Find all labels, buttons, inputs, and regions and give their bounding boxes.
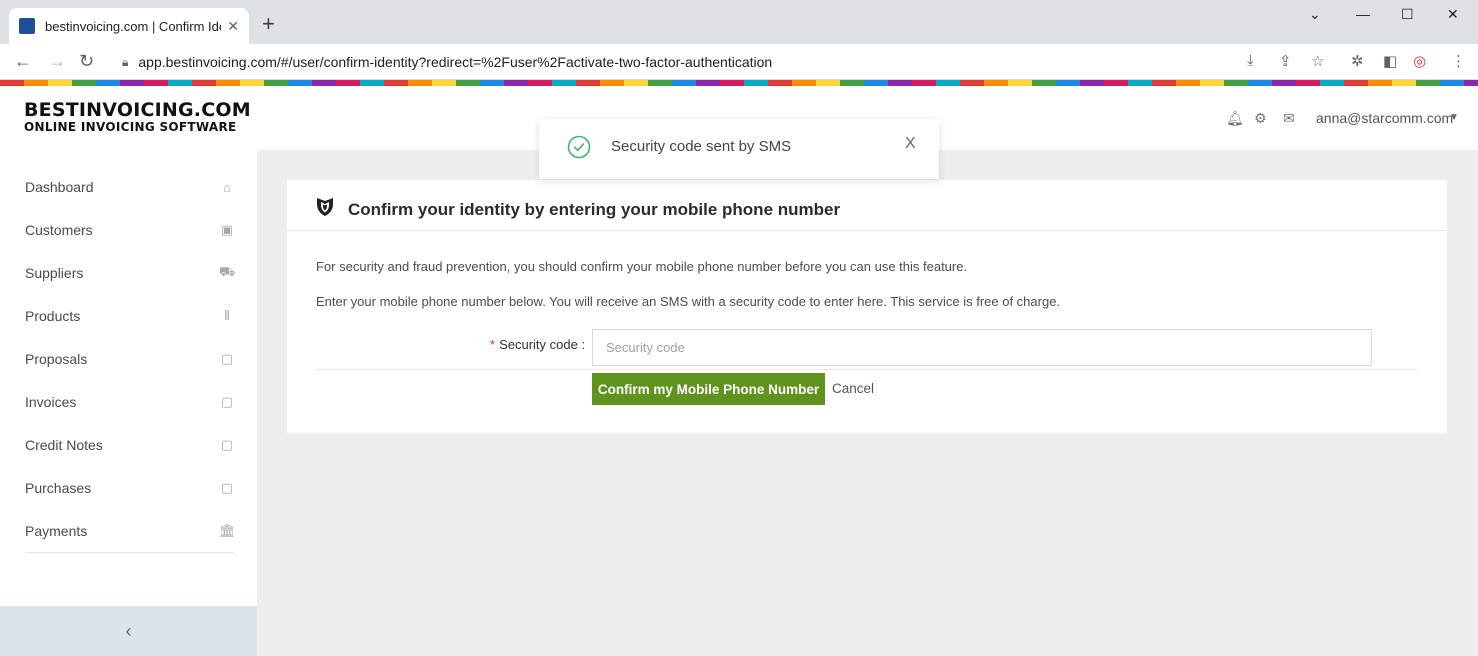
confirm-phone-button[interactable]: Confirm my Mobile Phone Number bbox=[592, 373, 825, 405]
sidebar-item-label: Payments bbox=[25, 523, 88, 539]
sidebar-item-label: Customers bbox=[25, 222, 93, 238]
side-panel-icon[interactable]: ◧ bbox=[1383, 52, 1397, 70]
page-title: Confirm your identity by entering your m… bbox=[348, 200, 841, 219]
sidebar-item-dashboard[interactable]: Dashboard ⌂ bbox=[25, 175, 235, 199]
address-bar-row: ← → ↻ 🔒︎ app.bestinvoicing.com/#/user/co… bbox=[0, 44, 1478, 80]
window-close-icon[interactable]: ✕ bbox=[1447, 6, 1459, 23]
install-icon[interactable]: ⤓ bbox=[1247, 52, 1254, 69]
settings-gears-icon[interactable]: ⚙ bbox=[1254, 110, 1267, 127]
home-icon: ⌂ bbox=[223, 179, 231, 195]
confirm-identity-card: Confirm your identity by entering your m… bbox=[287, 180, 1447, 433]
browser-tab[interactable]: bestinvoicing.com | Confirm Iden ✕ bbox=[9, 8, 249, 44]
share-icon[interactable]: ⇪ bbox=[1279, 52, 1292, 70]
site-favicon-icon bbox=[19, 18, 35, 34]
new-tab-icon[interactable]: + bbox=[262, 13, 275, 35]
forward-icon[interactable]: → bbox=[48, 52, 66, 70]
sidebar-item-proposals[interactable]: Proposals ▢ bbox=[25, 347, 235, 371]
card-header: Confirm your identity by entering your m… bbox=[287, 180, 1447, 231]
barcode-icon: ⦀ bbox=[224, 308, 230, 323]
pdf-icon: ▢ bbox=[220, 394, 234, 409]
sidebar-collapse-button[interactable]: ‹ bbox=[0, 606, 257, 656]
tab-close-icon[interactable]: ✕ bbox=[227, 18, 239, 35]
brand-name: BESTINVOICING.COM bbox=[24, 99, 251, 121]
bell-icon[interactable]: 🔔︎ bbox=[1226, 110, 1244, 127]
sidebar-item-credit-notes[interactable]: Credit Notes ▢ bbox=[25, 433, 235, 457]
sidebar: Dashboard ⌂ Customers ▣ Suppliers ⛟ Prod… bbox=[0, 150, 257, 656]
profile-icon[interactable]: ◎ bbox=[1413, 52, 1426, 70]
sidebar-item-label: Dashboard bbox=[25, 179, 94, 195]
sidebar-item-label: Suppliers bbox=[25, 265, 84, 281]
security-code-label-text: Security code bbox=[499, 337, 578, 352]
pdf-icon: ▢ bbox=[220, 437, 234, 452]
toast-close-icon[interactable]: X bbox=[905, 135, 916, 153]
minimize-icon[interactable]: — bbox=[1356, 6, 1370, 22]
truck-icon: ⛟ bbox=[219, 264, 236, 279]
maximize-icon[interactable]: ☐ bbox=[1401, 6, 1414, 23]
reload-icon[interactable]: ↻ bbox=[79, 52, 94, 70]
sidebar-item-label: Credit Notes bbox=[25, 437, 103, 453]
toast-message: Security code sent by SMS bbox=[611, 138, 792, 155]
form-divider bbox=[316, 369, 1418, 370]
bookmark-star-icon[interactable]: ☆ bbox=[1311, 52, 1324, 70]
extensions-icon[interactable]: ✲ bbox=[1351, 52, 1364, 70]
browser-menu-icon[interactable]: ⋮ bbox=[1451, 52, 1466, 70]
chevron-down-icon[interactable]: ▼ bbox=[1449, 112, 1459, 123]
sidebar-item-customers[interactable]: Customers ▣ bbox=[25, 218, 235, 242]
brand-logo[interactable]: BESTINVOICING.COM ONLINE INVOICING SOFTW… bbox=[24, 100, 251, 134]
success-toast: Security code sent by SMS X bbox=[539, 119, 939, 179]
sidebar-item-label: Purchases bbox=[25, 480, 92, 496]
sidebar-item-payments[interactable]: Payments 🏛︎ bbox=[25, 519, 236, 543]
lock-icon[interactable]: 🔒︎ bbox=[122, 55, 128, 70]
tab-search-icon[interactable]: ⌄ bbox=[1309, 6, 1321, 23]
back-icon[interactable]: ← bbox=[14, 52, 32, 70]
cancel-link[interactable]: Cancel bbox=[832, 381, 874, 396]
sidebar-item-label: Proposals bbox=[25, 351, 88, 367]
security-code-input[interactable] bbox=[592, 329, 1372, 366]
sidebar-item-label: Products bbox=[25, 308, 81, 324]
required-marker: * bbox=[490, 337, 496, 352]
pdf-icon: ▢ bbox=[220, 351, 234, 366]
contact-card-icon: ▣ bbox=[220, 222, 234, 237]
sidebar-item-suppliers[interactable]: Suppliers ⛟ bbox=[25, 261, 235, 285]
chevron-left-icon: ‹ bbox=[125, 620, 132, 641]
sidebar-divider bbox=[25, 552, 234, 553]
instructions-text: Enter your mobile phone number below. Yo… bbox=[316, 294, 1061, 309]
bank-icon: 🏛︎ bbox=[219, 523, 236, 538]
security-code-label: * Security code : bbox=[490, 337, 586, 352]
brand-tagline: ONLINE INVOICING SOFTWARE bbox=[24, 120, 237, 134]
sidebar-item-products[interactable]: Products ⦀ bbox=[25, 304, 235, 328]
sidebar-item-label: Invoices bbox=[25, 394, 77, 410]
user-menu[interactable]: anna@starcomm.com bbox=[1316, 110, 1453, 126]
url-bar[interactable]: 🔒︎ app.bestinvoicing.com/#/user/confirm-… bbox=[110, 48, 1340, 76]
shield-icon bbox=[317, 198, 333, 216]
pdf-icon: ▢ bbox=[220, 480, 234, 495]
mail-icon[interactable]: ✉ bbox=[1283, 110, 1295, 127]
tab-title: bestinvoicing.com | Confirm Iden bbox=[45, 18, 222, 34]
browser-tab-bar: bestinvoicing.com | Confirm Iden ✕ + ⌄ —… bbox=[0, 0, 1478, 44]
sidebar-item-purchases[interactable]: Purchases ▢ bbox=[25, 476, 235, 500]
sidebar-item-invoices[interactable]: Invoices ▢ bbox=[25, 390, 235, 414]
success-check-icon bbox=[567, 135, 591, 159]
url-text: app.bestinvoicing.com/#/user/confirm-ide… bbox=[138, 54, 773, 70]
security-notice-text: For security and fraud prevention, you s… bbox=[316, 259, 968, 274]
